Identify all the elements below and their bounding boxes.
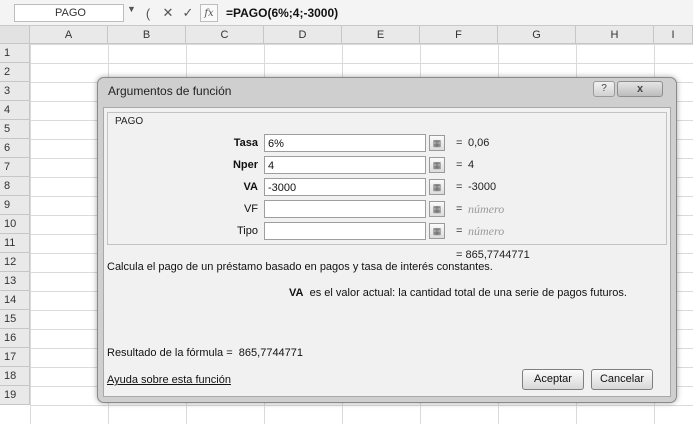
column-header[interactable]: F (420, 26, 498, 44)
row-header[interactable]: 16 (0, 329, 30, 348)
collapse-dialog-icon[interactable]: ▦ (429, 135, 445, 151)
help-button[interactable]: ? (593, 81, 615, 97)
nper-input[interactable] (264, 156, 426, 174)
row-header[interactable]: 11 (0, 234, 30, 253)
paren-icon: ( (145, 5, 151, 21)
insert-function-button[interactable]: fx (200, 4, 218, 22)
row-header[interactable]: 4 (0, 101, 30, 120)
argument-label: VA (243, 181, 258, 193)
tasa-input[interactable] (264, 134, 426, 152)
column-header[interactable]: G (498, 26, 576, 44)
select-all-corner[interactable] (0, 26, 30, 44)
dialog-body: PAGO Tasa ▦ = 0,06 Nper ▦ = 4 VA ▦ = -3 (103, 107, 671, 397)
formula-buttons: ( ✕ ✓ fx (140, 2, 218, 24)
row-header[interactable]: 12 (0, 253, 30, 272)
row-header[interactable]: 15 (0, 310, 30, 329)
argument-row-nper: Nper ▦ = 4 (108, 156, 668, 174)
column-header[interactable]: B (108, 26, 186, 44)
arguments-group: PAGO Tasa ▦ = 0,06 Nper ▦ = 4 VA ▦ = -3 (107, 112, 667, 245)
formula-result-label: Resultado de la fórmula = (107, 347, 233, 359)
row-header[interactable]: 5 (0, 120, 30, 139)
row-header[interactable]: 17 (0, 348, 30, 367)
function-name: PAGO (113, 116, 146, 127)
function-description: Calcula el pago de un préstamo basado en… (107, 261, 493, 273)
function-arguments-dialog: Argumentos de función ? x PAGO Tasa ▦ = … (97, 77, 677, 403)
argument-row-vf: VF ▦ = número (108, 200, 668, 218)
collapse-dialog-icon[interactable]: ▦ (429, 223, 445, 239)
argument-label: VF (243, 203, 258, 215)
equals-sign: = (456, 181, 463, 193)
equals-sign: = (456, 203, 463, 215)
row-header[interactable]: 19 (0, 386, 30, 405)
cancel-formula-button[interactable]: ✕ (160, 4, 176, 22)
row-header[interactable]: 3 (0, 82, 30, 101)
dialog-title[interactable]: Argumentos de función (108, 84, 231, 98)
argument-value: -3000 (468, 181, 497, 193)
help-link[interactable]: Ayuda sobre esta función (107, 374, 231, 386)
column-header[interactable]: I (654, 26, 693, 44)
name-box-dropdown-icon[interactable]: ▼ (127, 4, 136, 14)
column-header[interactable]: A (30, 26, 108, 44)
argument-label: Tasa (233, 137, 258, 149)
inline-result: = 865,7744771 (456, 249, 530, 261)
argument-value: número (468, 224, 505, 238)
collapse-dialog-icon[interactable]: ▦ (429, 179, 445, 195)
equals-sign: = (456, 225, 463, 237)
row-header[interactable]: 13 (0, 272, 30, 291)
column-header[interactable]: E (342, 26, 420, 44)
row-header[interactable]: 6 (0, 139, 30, 158)
equals-sign: = (456, 137, 463, 149)
va-input[interactable] (264, 178, 426, 196)
row-header[interactable]: 8 (0, 177, 30, 196)
cancel-button[interactable]: Cancelar (591, 369, 653, 390)
argument-row-tipo: Tipo ▦ = número (108, 222, 668, 240)
enter-formula-button[interactable]: ✓ (180, 4, 196, 22)
argument-description-name: VA (289, 287, 304, 299)
close-button[interactable]: x (617, 81, 663, 97)
argument-value: 0,06 (468, 137, 490, 149)
argument-description-text: es el valor actual: la cantidad total de… (309, 287, 627, 299)
row-header[interactable]: 14 (0, 291, 30, 310)
collapse-dialog-icon[interactable]: ▦ (429, 157, 445, 173)
name-box[interactable]: PAGO (14, 4, 124, 22)
collapse-dialog-icon[interactable]: ▦ (429, 201, 445, 217)
argument-row-va: VA ▦ = -3000 (108, 178, 668, 196)
equals-sign: = (456, 159, 463, 171)
tipo-input[interactable] (264, 222, 426, 240)
column-header[interactable]: C (186, 26, 264, 44)
formula-bar: PAGO ▼ ( ✕ ✓ fx =PAGO(6%;4;-3000) (0, 0, 693, 26)
row-header[interactable]: 1 (0, 44, 30, 63)
argument-value: 4 (468, 159, 475, 171)
argument-value: número (468, 202, 505, 216)
formula-input[interactable]: =PAGO(6%;4;-3000) (226, 6, 338, 20)
row-header[interactable]: 18 (0, 367, 30, 386)
row-header[interactable]: 9 (0, 196, 30, 215)
column-header[interactable]: D (264, 26, 342, 44)
column-header[interactable]: H (576, 26, 654, 44)
formula-result: Resultado de la fórmula = 865,7744771 (107, 347, 303, 359)
argument-description: VA es el valor actual: la cantidad total… (289, 287, 627, 299)
ok-button[interactable]: Aceptar (522, 369, 584, 390)
formula-result-value: 865,7744771 (238, 347, 304, 359)
row-header[interactable]: 2 (0, 63, 30, 82)
row-header[interactable]: 10 (0, 215, 30, 234)
argument-label: Nper (232, 159, 258, 171)
vf-input[interactable] (264, 200, 426, 218)
argument-row-tasa: Tasa ▦ = 0,06 (108, 134, 668, 152)
argument-label: Tipo (237, 225, 258, 237)
row-header[interactable]: 7 (0, 158, 30, 177)
